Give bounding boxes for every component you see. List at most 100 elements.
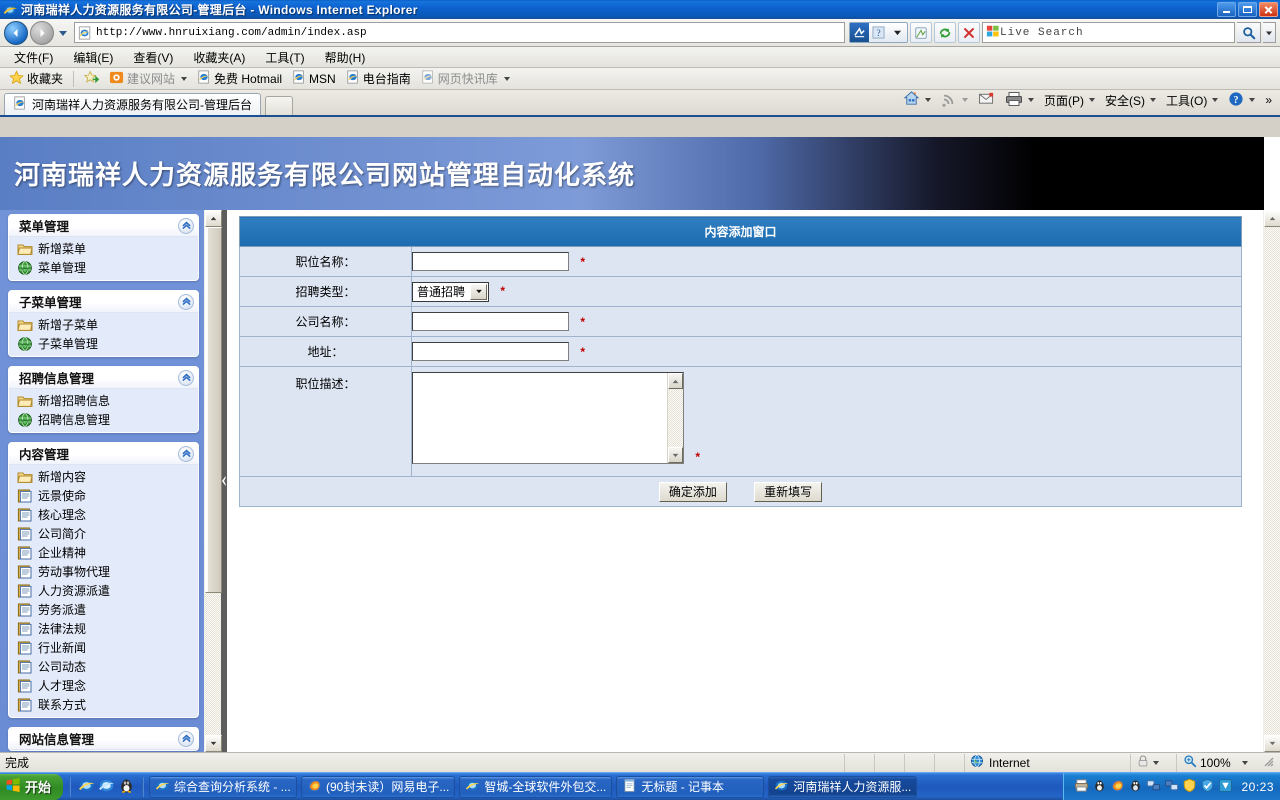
recent-pages-dropdown[interactable]	[56, 23, 70, 43]
scroll-down-button[interactable]	[205, 735, 222, 752]
tab-admin-backend[interactable]: 河南瑞祥人力资源服务有限公司-管理后台	[4, 93, 261, 115]
taskbar-item-notepad[interactable]: 无标题 - 记事本	[616, 775, 765, 798]
zoom-control[interactable]: 100%	[1177, 754, 1280, 771]
net1-icon[interactable]	[1146, 778, 1161, 796]
command-bar-overflow-button[interactable]: »	[1261, 91, 1276, 109]
chevron-down-icon[interactable]	[1149, 98, 1156, 102]
antivirus-icon[interactable]	[1200, 778, 1215, 796]
menu-file[interactable]: 文件(F)	[4, 47, 63, 68]
chevron-up-icon[interactable]	[178, 730, 194, 747]
chevron-down-icon[interactable]	[503, 76, 510, 81]
compatibility-dropdown-icon[interactable]	[888, 23, 907, 42]
scrollbar-track[interactable]	[668, 389, 683, 447]
resize-grip-icon[interactable]	[1262, 755, 1274, 770]
sidebar-item-contact[interactable]: 联系方式	[9, 695, 198, 714]
printer-icon[interactable]	[1074, 778, 1089, 796]
print-button[interactable]	[1001, 89, 1038, 112]
refresh-button[interactable]	[934, 22, 956, 43]
chevron-down-icon[interactable]	[924, 98, 931, 102]
favbar-item-radio-guide[interactable]: 电台指南	[342, 69, 415, 88]
chevron-down-icon[interactable]	[1212, 98, 1219, 102]
sidebar-item-company-profile[interactable]: 公司简介	[9, 524, 198, 543]
scroll-up-button[interactable]	[205, 210, 222, 227]
scrollbar-track[interactable]	[205, 227, 222, 735]
mail-button[interactable]	[974, 89, 999, 111]
company-name-input[interactable]	[412, 312, 569, 331]
back-button[interactable]	[4, 20, 28, 45]
feeds-button[interactable]	[910, 22, 932, 43]
chevron-down-icon[interactable]	[961, 98, 968, 102]
sidebar-item-submenu-management[interactable]: 子菜单管理	[9, 334, 198, 353]
chevron-down-icon[interactable]	[181, 76, 188, 81]
menu-favorites[interactable]: 收藏夹(A)	[183, 47, 255, 68]
menu-tools[interactable]: 工具(T)	[255, 47, 314, 68]
address-input[interactable]	[412, 342, 569, 361]
chevron-down-icon[interactable]	[1153, 760, 1159, 765]
close-button[interactable]	[1259, 2, 1278, 17]
defender-icon[interactable]	[1218, 778, 1233, 796]
favbar-item-hotmail[interactable]: 免费 Hotmail	[193, 69, 286, 88]
group-header[interactable]: 招聘信息管理	[9, 367, 198, 389]
group-header[interactable]: 内容管理	[9, 443, 198, 465]
tools-menu-button[interactable]: 工具(O)	[1162, 90, 1222, 111]
group-header[interactable]: 菜单管理	[9, 215, 198, 237]
search-go-button[interactable]	[1237, 22, 1261, 43]
scrollbar-thumb[interactable]	[205, 227, 222, 593]
compatibility-view-icon[interactable]	[850, 23, 869, 42]
search-options-button[interactable]	[1263, 22, 1276, 43]
sidebar-item-industry-news[interactable]: 行业新闻	[9, 638, 198, 657]
feeds-command-button[interactable]	[937, 89, 972, 112]
position-name-input[interactable]	[412, 252, 569, 271]
favbar-item-suggested-sites[interactable]: 建议网站	[105, 69, 191, 89]
favorites-button[interactable]: 收藏夹	[5, 69, 67, 89]
chevron-down-icon[interactable]	[470, 283, 488, 300]
chevron-down-icon[interactable]	[1088, 98, 1095, 102]
sidebar-item-labor-dispatch[interactable]: 劳务派遣	[9, 600, 198, 619]
search-input[interactable]: Live Search	[982, 22, 1235, 43]
stop-button[interactable]	[958, 22, 980, 43]
add-to-favorites-bar-button[interactable]	[80, 69, 103, 89]
status-zone[interactable]: Internet	[965, 753, 1131, 772]
sidebar-item-company-news[interactable]: 公司动态	[9, 657, 198, 676]
menu-edit[interactable]: 编辑(E)	[63, 47, 123, 68]
url-bar[interactable]: http://www.hnruixiang.com/admin/index.as…	[74, 22, 845, 43]
sidebar-item-vision-mission[interactable]: 远景使命	[9, 486, 198, 505]
menu-view[interactable]: 查看(V)	[123, 47, 183, 68]
favbar-item-msn[interactable]: MSN	[288, 69, 340, 88]
home-button[interactable]	[899, 88, 935, 112]
qq-penguin-icon[interactable]	[118, 777, 135, 797]
maximize-button[interactable]	[1238, 2, 1257, 17]
textarea-text[interactable]	[413, 373, 667, 463]
security-menu-button[interactable]: 安全(S)	[1101, 90, 1160, 111]
net2-icon[interactable]	[1164, 778, 1179, 796]
reset-button[interactable]: 重新填写	[754, 481, 823, 502]
sidebar-item-add-menu[interactable]: 新增菜单	[9, 239, 198, 258]
group-header[interactable]: 子菜单管理	[9, 291, 198, 313]
chevron-down-icon[interactable]	[1027, 98, 1034, 102]
scroll-down-button[interactable]	[1264, 735, 1280, 752]
sidebar-item-add-content[interactable]: 新增内容	[9, 467, 198, 486]
favbar-item-web-slice-gallery[interactable]: 网页快讯库	[417, 69, 514, 88]
sidebar-item-menu-management[interactable]: 菜单管理	[9, 258, 198, 277]
firefox-tray-icon[interactable]	[1110, 778, 1125, 796]
recruitment-type-select[interactable]: 普通招聘	[412, 281, 490, 302]
chevron-up-icon[interactable]	[178, 217, 194, 234]
chevron-up-icon[interactable]	[178, 369, 194, 386]
scroll-up-button[interactable]	[1264, 210, 1280, 227]
ie-icon2[interactable]	[98, 777, 115, 797]
chevron-down-icon[interactable]	[1249, 98, 1256, 102]
page-scrollbar[interactable]	[1263, 210, 1280, 752]
sidebar-item-laws-regulations[interactable]: 法律法规	[9, 619, 198, 638]
sidebar-item-core-values[interactable]: 核心理念	[9, 505, 198, 524]
forward-button[interactable]	[30, 20, 54, 45]
compatibility-help-icon[interactable]: ?	[869, 23, 888, 42]
qq2-icon[interactable]	[1128, 778, 1143, 796]
shield-icon[interactable]	[1182, 778, 1197, 796]
sidebar-item-add-recruitment[interactable]: 新增招聘信息	[9, 391, 198, 410]
protected-mode-indicator[interactable]	[1131, 753, 1177, 772]
minimize-button[interactable]	[1217, 2, 1236, 17]
start-button[interactable]: 开始	[0, 773, 64, 800]
sidebar-item-labor-affairs-agency[interactable]: 劳动事物代理	[9, 562, 198, 581]
new-tab-button[interactable]	[265, 96, 293, 115]
submit-button[interactable]: 确定添加	[658, 481, 727, 502]
